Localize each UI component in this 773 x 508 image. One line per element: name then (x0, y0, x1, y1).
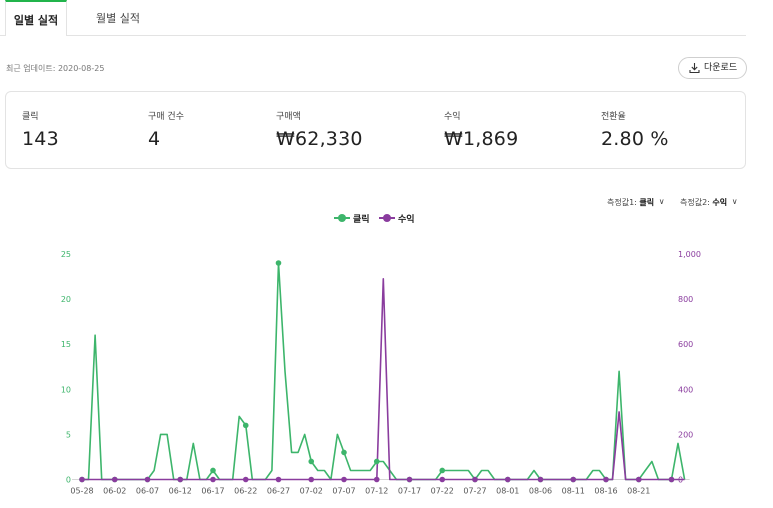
data-point-clicks (242, 422, 249, 429)
y-left-tick-label: 15 (61, 340, 71, 349)
x-tick-label: 06-07 (136, 487, 159, 496)
y-right-tick-label: 200 (678, 430, 693, 439)
data-point-clicks (275, 260, 282, 266)
data-point-revenue (603, 476, 609, 483)
x-tick-label: 08-16 (594, 487, 617, 496)
x-tick-label: 07-02 (300, 487, 323, 496)
x-tick-label: 06-02 (103, 487, 126, 496)
data-point-revenue (635, 476, 642, 483)
x-tick-label: 07-12 (365, 487, 388, 496)
data-point-revenue (406, 476, 413, 483)
data-point-clicks (373, 458, 380, 465)
y-right-tick-label: 1,000 (678, 250, 701, 259)
data-point-revenue (79, 476, 85, 483)
data-point-revenue (111, 476, 118, 483)
data-point-revenue (242, 476, 249, 483)
y-left-tick-label: 5 (66, 430, 71, 439)
data-point-clicks (308, 458, 315, 465)
data-point-revenue (472, 476, 478, 483)
data-point-revenue (439, 476, 446, 483)
x-tick-label: 08-01 (496, 487, 519, 496)
x-tick-label: 06-12 (169, 487, 192, 496)
x-tick-label: 07-22 (431, 487, 454, 496)
y-right-tick-label: 400 (678, 385, 693, 394)
x-tick-label: 06-17 (201, 487, 224, 496)
y-left-tick-label: 20 (61, 295, 71, 304)
y-left-tick-label: 0 (66, 476, 71, 485)
data-point-revenue (668, 476, 675, 483)
series-line-revenue (82, 277, 685, 481)
data-point-revenue (341, 476, 347, 483)
x-tick-label: 08-06 (529, 487, 552, 496)
data-point-clicks (439, 467, 446, 474)
data-point-revenue (177, 476, 184, 483)
data-point-revenue (570, 476, 577, 483)
y-right-tick-label: 600 (678, 340, 693, 349)
y-left-tick-label: 25 (61, 250, 71, 259)
data-point-revenue (275, 476, 282, 483)
data-point-revenue (537, 476, 544, 483)
data-point-revenue (144, 476, 151, 483)
x-tick-label: 06-27 (267, 487, 290, 496)
y-right-tick-label: 800 (678, 295, 693, 304)
x-tick-label: 07-07 (332, 487, 355, 496)
data-point-revenue (308, 476, 315, 483)
y-left-tick-label: 10 (61, 385, 71, 394)
data-point-revenue (210, 476, 216, 483)
x-tick-label: 06-22 (234, 487, 257, 496)
data-point-revenue (504, 476, 511, 483)
performance-chart: 051015202502004006008001,00005-28 06-02 06… (61, 250, 701, 496)
data-point-revenue (373, 476, 380, 483)
data-point-clicks (210, 467, 216, 474)
x-tick-label: 07-27 (463, 487, 486, 496)
x-tick-label: 05-28 (70, 487, 93, 496)
data-point-clicks (341, 449, 347, 456)
x-tick-label: 08-21 (627, 487, 650, 496)
x-tick-label: 08-11 (562, 487, 585, 496)
x-tick-label: 07-17 (398, 487, 421, 496)
